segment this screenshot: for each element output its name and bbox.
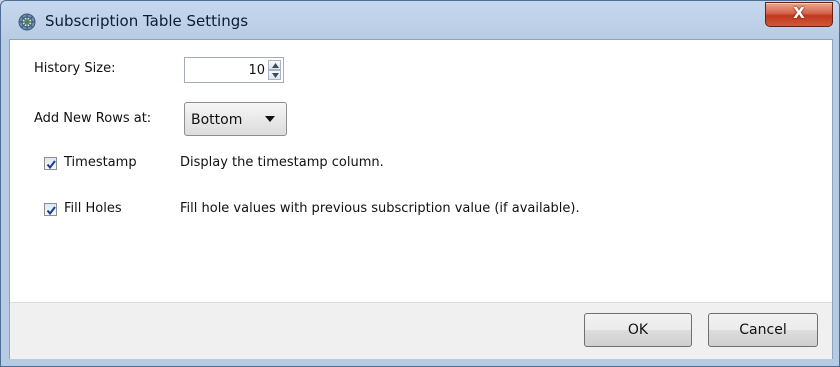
chevron-up-icon — [272, 63, 279, 68]
add-rows-selected: Bottom — [191, 112, 243, 128]
window-title: Subscription Table Settings — [45, 12, 249, 30]
dropdown-arrow-icon — [265, 116, 275, 122]
history-size-label: History Size: — [34, 61, 116, 76]
timestamp-label[interactable]: Timestamp — [64, 155, 137, 170]
button-bar: OK Cancel — [10, 302, 832, 359]
decrement-button[interactable] — [268, 70, 281, 80]
dialog-content: History Size: 10 Add New Rows at: Bottom… — [9, 39, 833, 359]
cancel-button[interactable]: Cancel — [708, 313, 818, 347]
add-rows-dropdown[interactable]: Bottom — [184, 102, 287, 136]
timestamp-description: Display the timestamp column. — [180, 155, 384, 170]
history-size-value[interactable]: 10 — [248, 63, 265, 78]
checkmark-icon — [46, 206, 56, 216]
ok-button[interactable]: OK — [584, 313, 692, 347]
fill-holes-description: Fill hole values with previous subscript… — [180, 201, 580, 216]
increment-button[interactable] — [268, 60, 281, 70]
history-size-stepper[interactable]: 10 — [184, 57, 284, 83]
checkmark-icon — [46, 160, 56, 170]
title-bar[interactable]: Subscription Table Settings X — [1, 1, 839, 39]
fill-holes-checkbox[interactable] — [44, 203, 57, 216]
chevron-down-icon — [272, 73, 279, 78]
fill-holes-label[interactable]: Fill Holes — [64, 201, 122, 216]
add-rows-label: Add New Rows at: — [34, 111, 152, 126]
gear-globe-icon — [17, 12, 37, 32]
close-button[interactable]: X — [765, 2, 833, 27]
close-icon: X — [793, 4, 805, 22]
dialog-window: Subscription Table Settings X History Si… — [0, 0, 840, 367]
timestamp-checkbox[interactable] — [44, 157, 57, 170]
